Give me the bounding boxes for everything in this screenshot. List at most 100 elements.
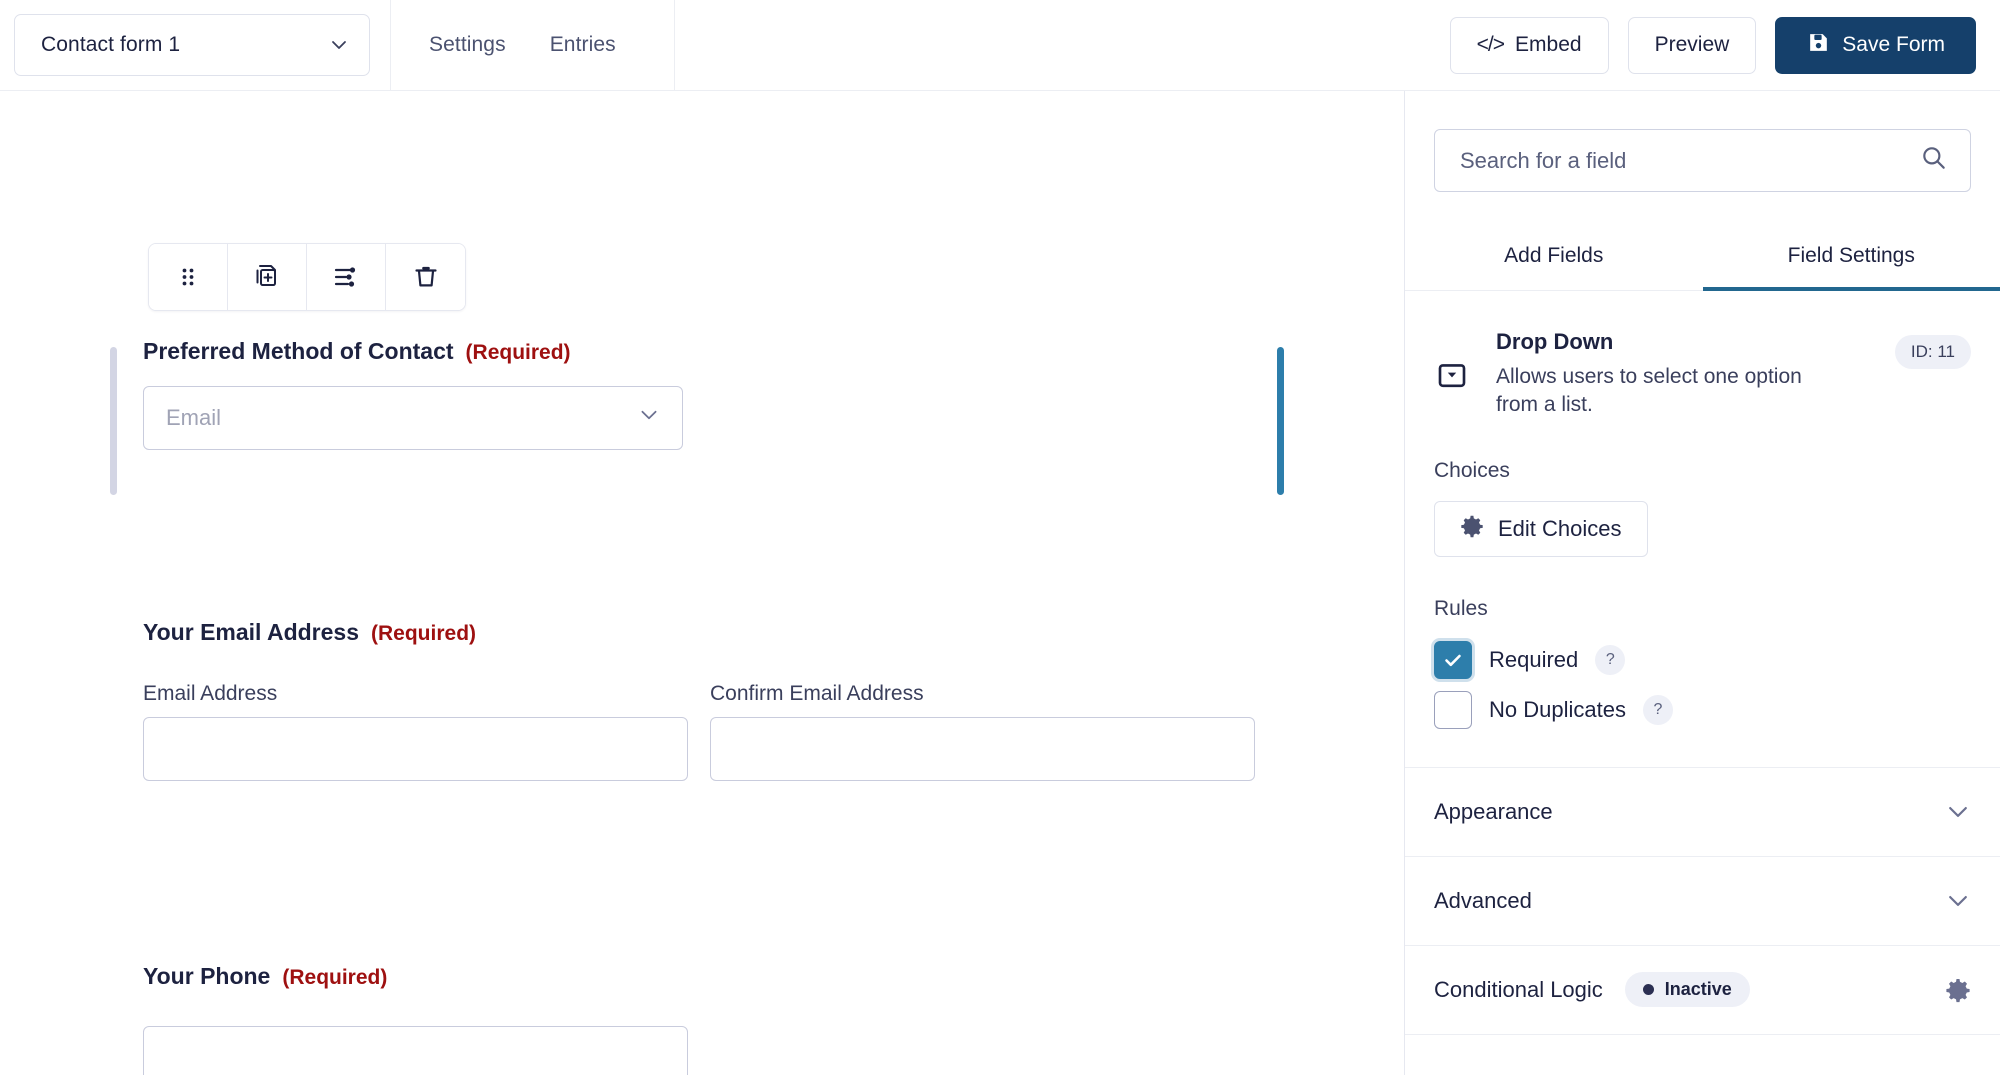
preview-button[interactable]: Preview <box>1627 16 1757 74</box>
form-selector-wrap: Contact form 1 <box>0 14 370 76</box>
edit-choices-button[interactable]: Edit Choices <box>1434 500 1648 557</box>
field-id-badge: ID: 11 <box>1894 335 1971 369</box>
rules-section-label: Rules <box>1434 596 1488 620</box>
required-label: Required <box>1489 646 1579 672</box>
field-settings-icon <box>331 262 361 292</box>
save-form-button-label: Save Form <box>1842 33 1945 56</box>
field-required-indicator: (Required) <box>371 622 477 645</box>
sidebar-tabs: Add Fields Field Settings <box>1405 228 2000 291</box>
accordion-advanced[interactable]: Advanced <box>1405 857 2000 946</box>
status-dot-icon <box>1642 984 1654 996</box>
trash-icon <box>412 263 440 291</box>
field-resize-handle-left[interactable] <box>110 347 117 495</box>
field-label: Your Phone <box>143 963 271 989</box>
floppy-disk-icon <box>1806 30 1831 61</box>
no-duplicates-label: No Duplicates <box>1489 696 1626 722</box>
email-sublabel: Email Address <box>143 682 278 705</box>
conditional-logic-status-badge: Inactive <box>1624 972 1750 1008</box>
rules-list: Required ? No Duplicates ? <box>1405 635 2000 735</box>
preview-button-label: Preview <box>1654 33 1730 56</box>
nav-tab-settings[interactable]: Settings <box>429 33 506 57</box>
search-icon[interactable] <box>1920 144 1948 177</box>
dropdown-input[interactable]: Email <box>143 386 683 450</box>
choices-section-label: Choices <box>1434 458 1510 482</box>
search-field-container[interactable]: Search for a field <box>1434 129 1971 192</box>
conditional-logic-status-text: Inactive <box>1664 979 1732 1000</box>
rule-row-required: Required ? <box>1434 635 1971 685</box>
chevron-down-icon <box>1945 888 1971 914</box>
email-column-primary: Email Address <box>143 682 688 781</box>
embed-button[interactable]: </> Embed <box>1449 16 1609 74</box>
field-type-title: Drop Down <box>1496 329 1614 354</box>
form-field-email[interactable]: Your Email Address (Required) Email Addr… <box>143 619 1255 781</box>
field-label-row: Your Phone (Required) <box>143 963 688 990</box>
form-selector-value: Contact form 1 <box>41 33 181 56</box>
field-required-indicator: (Required) <box>465 341 571 364</box>
field-info-text: Drop Down Allows users to select one opt… <box>1496 329 1873 419</box>
drag-handle-icon <box>175 264 201 290</box>
duplicate-field-button[interactable] <box>228 244 307 310</box>
conditional-logic-gear-button[interactable] <box>1945 977 1971 1003</box>
edit-choices-wrap: Edit Choices <box>1405 500 2000 557</box>
body-split: Preferred Method of Contact (Required) E… <box>0 91 2000 1075</box>
sidebar-accordions: Appearance Advanced Conditional Logic In… <box>1405 766 2000 1035</box>
form-builder-app: Contact form 1 Settings Entries </> Embe… <box>0 0 2000 1075</box>
field-required-indicator: (Required) <box>282 966 388 989</box>
email-columns: Email Address Confirm Email Address <box>143 682 1255 781</box>
tab-field-settings[interactable]: Field Settings <box>1702 228 2000 291</box>
accordion-advanced-label: Advanced <box>1434 887 1532 913</box>
required-help-icon[interactable]: ? <box>1595 644 1626 675</box>
tab-add-fields[interactable]: Add Fields <box>1405 228 1703 290</box>
field-label-row: Your Email Address (Required) <box>143 619 1255 646</box>
field-toolbar <box>148 243 466 311</box>
accordion-appearance[interactable]: Appearance <box>1405 768 2000 857</box>
topbar-divider-right <box>673 0 675 91</box>
form-field-phone[interactable]: Your Phone (Required) <box>143 963 688 1075</box>
chevron-down-icon <box>329 35 349 55</box>
field-label: Your Email Address <box>143 619 360 645</box>
sidebar-search-wrap: Search for a field <box>1405 91 2000 192</box>
duplicate-icon <box>252 262 282 292</box>
code-icon: </> <box>1476 33 1505 56</box>
field-settings-button[interactable] <box>307 244 386 310</box>
rule-row-no-duplicates: No Duplicates ? <box>1434 685 1971 735</box>
drag-handle-button[interactable] <box>149 244 228 310</box>
field-label-row: Preferred Method of Contact (Required) <box>110 338 1280 365</box>
dropdown-field-icon <box>1434 329 1474 398</box>
delete-field-button[interactable] <box>386 244 465 310</box>
form-field-dropdown[interactable]: Preferred Method of Contact (Required) E… <box>110 338 1284 495</box>
field-label: Preferred Method of Contact <box>143 338 454 364</box>
phone-input[interactable] <box>143 1026 688 1075</box>
edit-choices-label: Edit Choices <box>1498 515 1622 541</box>
sidebar-body: Drop Down Allows users to select one opt… <box>1405 291 2000 1075</box>
field-info: Drop Down Allows users to select one opt… <box>1405 291 2000 419</box>
confirm-email-input[interactable] <box>710 717 1255 781</box>
gear-icon <box>1460 514 1484 544</box>
chevron-down-icon <box>638 404 660 432</box>
phone-control <box>143 1026 688 1075</box>
required-checkbox[interactable] <box>1434 640 1472 679</box>
field-control: Email <box>110 386 1280 450</box>
nav-tabs: Settings Entries <box>391 0 654 91</box>
form-canvas: Preferred Method of Contact (Required) E… <box>0 91 1404 1075</box>
email-input[interactable] <box>143 717 688 781</box>
embed-button-label: Embed <box>1515 33 1582 56</box>
save-form-button[interactable]: Save Form <box>1775 16 1976 74</box>
field-type-description: Allows users to select one option from a… <box>1496 365 1802 416</box>
field-resize-handle-right[interactable] <box>1277 347 1284 495</box>
dropdown-placeholder: Email <box>166 405 222 430</box>
confirm-email-sublabel: Confirm Email Address <box>710 682 924 705</box>
chevron-down-icon <box>1945 799 1971 825</box>
conditional-logic-row[interactable]: Conditional Logic Inactive <box>1405 946 2000 1035</box>
conditional-logic-label: Conditional Logic <box>1434 976 1603 1002</box>
topbar-actions: </> Embed Preview Save Form <box>1449 16 2000 74</box>
search-input-placeholder: Search for a field <box>1460 147 1627 173</box>
accordion-appearance-label: Appearance <box>1434 798 1553 824</box>
email-column-confirm: Confirm Email Address <box>710 682 1255 781</box>
no-duplicates-help-icon[interactable]: ? <box>1642 694 1673 725</box>
top-bar: Contact form 1 Settings Entries </> Embe… <box>0 0 2000 91</box>
no-duplicates-checkbox[interactable] <box>1434 690 1472 729</box>
field-settings-sidebar: Search for a field Add Fields Field Sett… <box>1404 91 2000 1075</box>
nav-tab-entries[interactable]: Entries <box>550 33 616 57</box>
form-selector-dropdown[interactable]: Contact form 1 <box>14 14 370 76</box>
